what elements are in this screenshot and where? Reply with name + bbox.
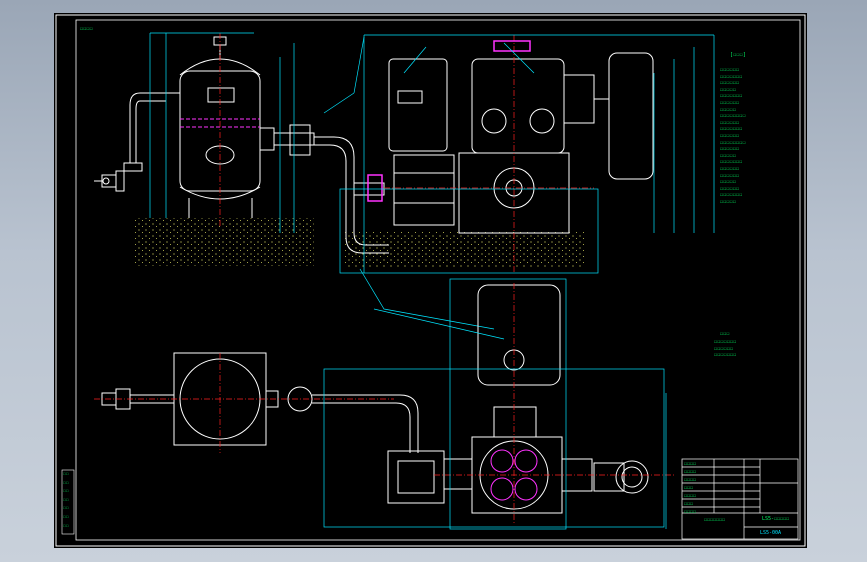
cad-drawing [55, 14, 806, 547]
note-line: ☐☐☐☐☐☐☐ [720, 126, 743, 133]
note-line: ☐☐☐☐☐☐☐ [720, 192, 743, 199]
note-line: ☐☐ [63, 480, 69, 486]
note-line: ☐☐☐☐☐☐ [720, 119, 740, 126]
note-line: ☐☐☐☐☐☐☐☐ [720, 113, 746, 120]
note-line: ☐☐☐☐☐☐ [720, 80, 740, 87]
note-line: ☐☐☐☐☐☐ [714, 345, 734, 352]
note-line: ☐☐☐☐☐☐ [720, 132, 740, 139]
plan-view-pipe [312, 394, 445, 504]
note-line: ☐☐ [63, 523, 69, 529]
inlet-pipe [94, 92, 180, 192]
note-line: ☐☐☐☐☐☐ [720, 67, 740, 73]
drawing-sheet: ☐☐☐☐ [☐☐☐] ☐☐☐☐☐☐ ☐☐☐☐☐☐☐ ☐☐☐☐☐☐ ☐☐☐☐☐ ☐☐☐☐☐… [54, 13, 807, 548]
note-line: ☐☐☐☐☐☐☐☐ [720, 139, 746, 146]
note-line: ☐☐☐☐☐ [720, 179, 737, 186]
drawing-number: LS5-00A [760, 530, 782, 536]
title-block-grid [681, 458, 799, 540]
note-line: ☐☐☐☐☐ [720, 198, 737, 205]
note-line: ☐☐ [63, 514, 69, 520]
ground-hatch-2 [344, 231, 584, 267]
note-line: ☐☐☐☐☐☐ [720, 99, 740, 106]
title-block-cell: ☐☐☐☐ [684, 469, 697, 475]
title-block-cell: ☐☐☐☐ [684, 493, 697, 499]
side-label: ☐☐ ☐☐ ☐☐ ☐☐ ☐☐ ☐☐ ☐☐ [63, 471, 69, 531]
note-line: ☐☐☐☐☐☐☐ [720, 159, 743, 166]
note-line: ☐☐ [63, 489, 69, 495]
note-line: ☐☐ [63, 497, 69, 503]
note-line: ☐☐☐☐☐☐ [720, 172, 740, 179]
note-line: ☐☐☐☐☐☐☐ [720, 73, 743, 80]
side-highlight [367, 174, 383, 202]
notes-mid-title: ☐☐☐ [720, 331, 730, 337]
note-line: ☐☐ [63, 506, 69, 512]
technical-notes-2: ☐☐☐☐☐☐☐ ☐☐☐☐☐☐ ☐☐☐☐☐☐☐ [714, 339, 736, 359]
title-block-name: ☐☐☐☐☐☐☐ [704, 517, 726, 523]
note-line: ☐☐☐☐☐☐ [720, 185, 740, 192]
leader-line [359, 268, 495, 330]
ground-hatch [134, 218, 314, 266]
notes-title: [☐☐☐] [730, 52, 747, 58]
note-line: ☐☐☐☐☐☐☐ [714, 339, 737, 345]
note-line: ☐☐☐☐☐☐ [720, 146, 740, 153]
title-block-cell: ☐☐☐☐ [684, 477, 697, 483]
note-line: ☐☐☐☐☐☐☐ [714, 352, 737, 359]
technical-notes: ☐☐☐☐☐☐ ☐☐☐☐☐☐☐ ☐☐☐☐☐☐ ☐☐☐☐☐ ☐☐☐☐☐☐☐ ☐☐☐☐☐☐ ☐☐☐… [720, 67, 746, 205]
note-line: ☐☐☐☐☐☐ [720, 165, 740, 172]
note-line: ☐☐☐☐☐ [720, 86, 737, 93]
note-line: ☐☐☐☐☐ [720, 152, 737, 159]
title-block-cell: ☐☐☐ [684, 501, 694, 507]
note-line: ☐☐ [63, 472, 69, 477]
stamp-label: ☐☐☐☐ [80, 26, 93, 32]
note-line: ☐☐☐☐☐☐☐ [720, 93, 743, 100]
note-line: ☐☐☐☐☐ [720, 106, 737, 113]
title-block-ref: LS5-☐☐☐☐☐ [762, 516, 790, 522]
title-block-cell: ☐☐☐☐ [684, 461, 697, 467]
top-highlight [493, 40, 531, 52]
pump-icon [353, 52, 654, 234]
plan-view-pump [443, 284, 649, 514]
title-block-cell: ☐☐☐☐ [684, 509, 697, 515]
title-block-cell: ☐☐☐ [684, 485, 694, 491]
